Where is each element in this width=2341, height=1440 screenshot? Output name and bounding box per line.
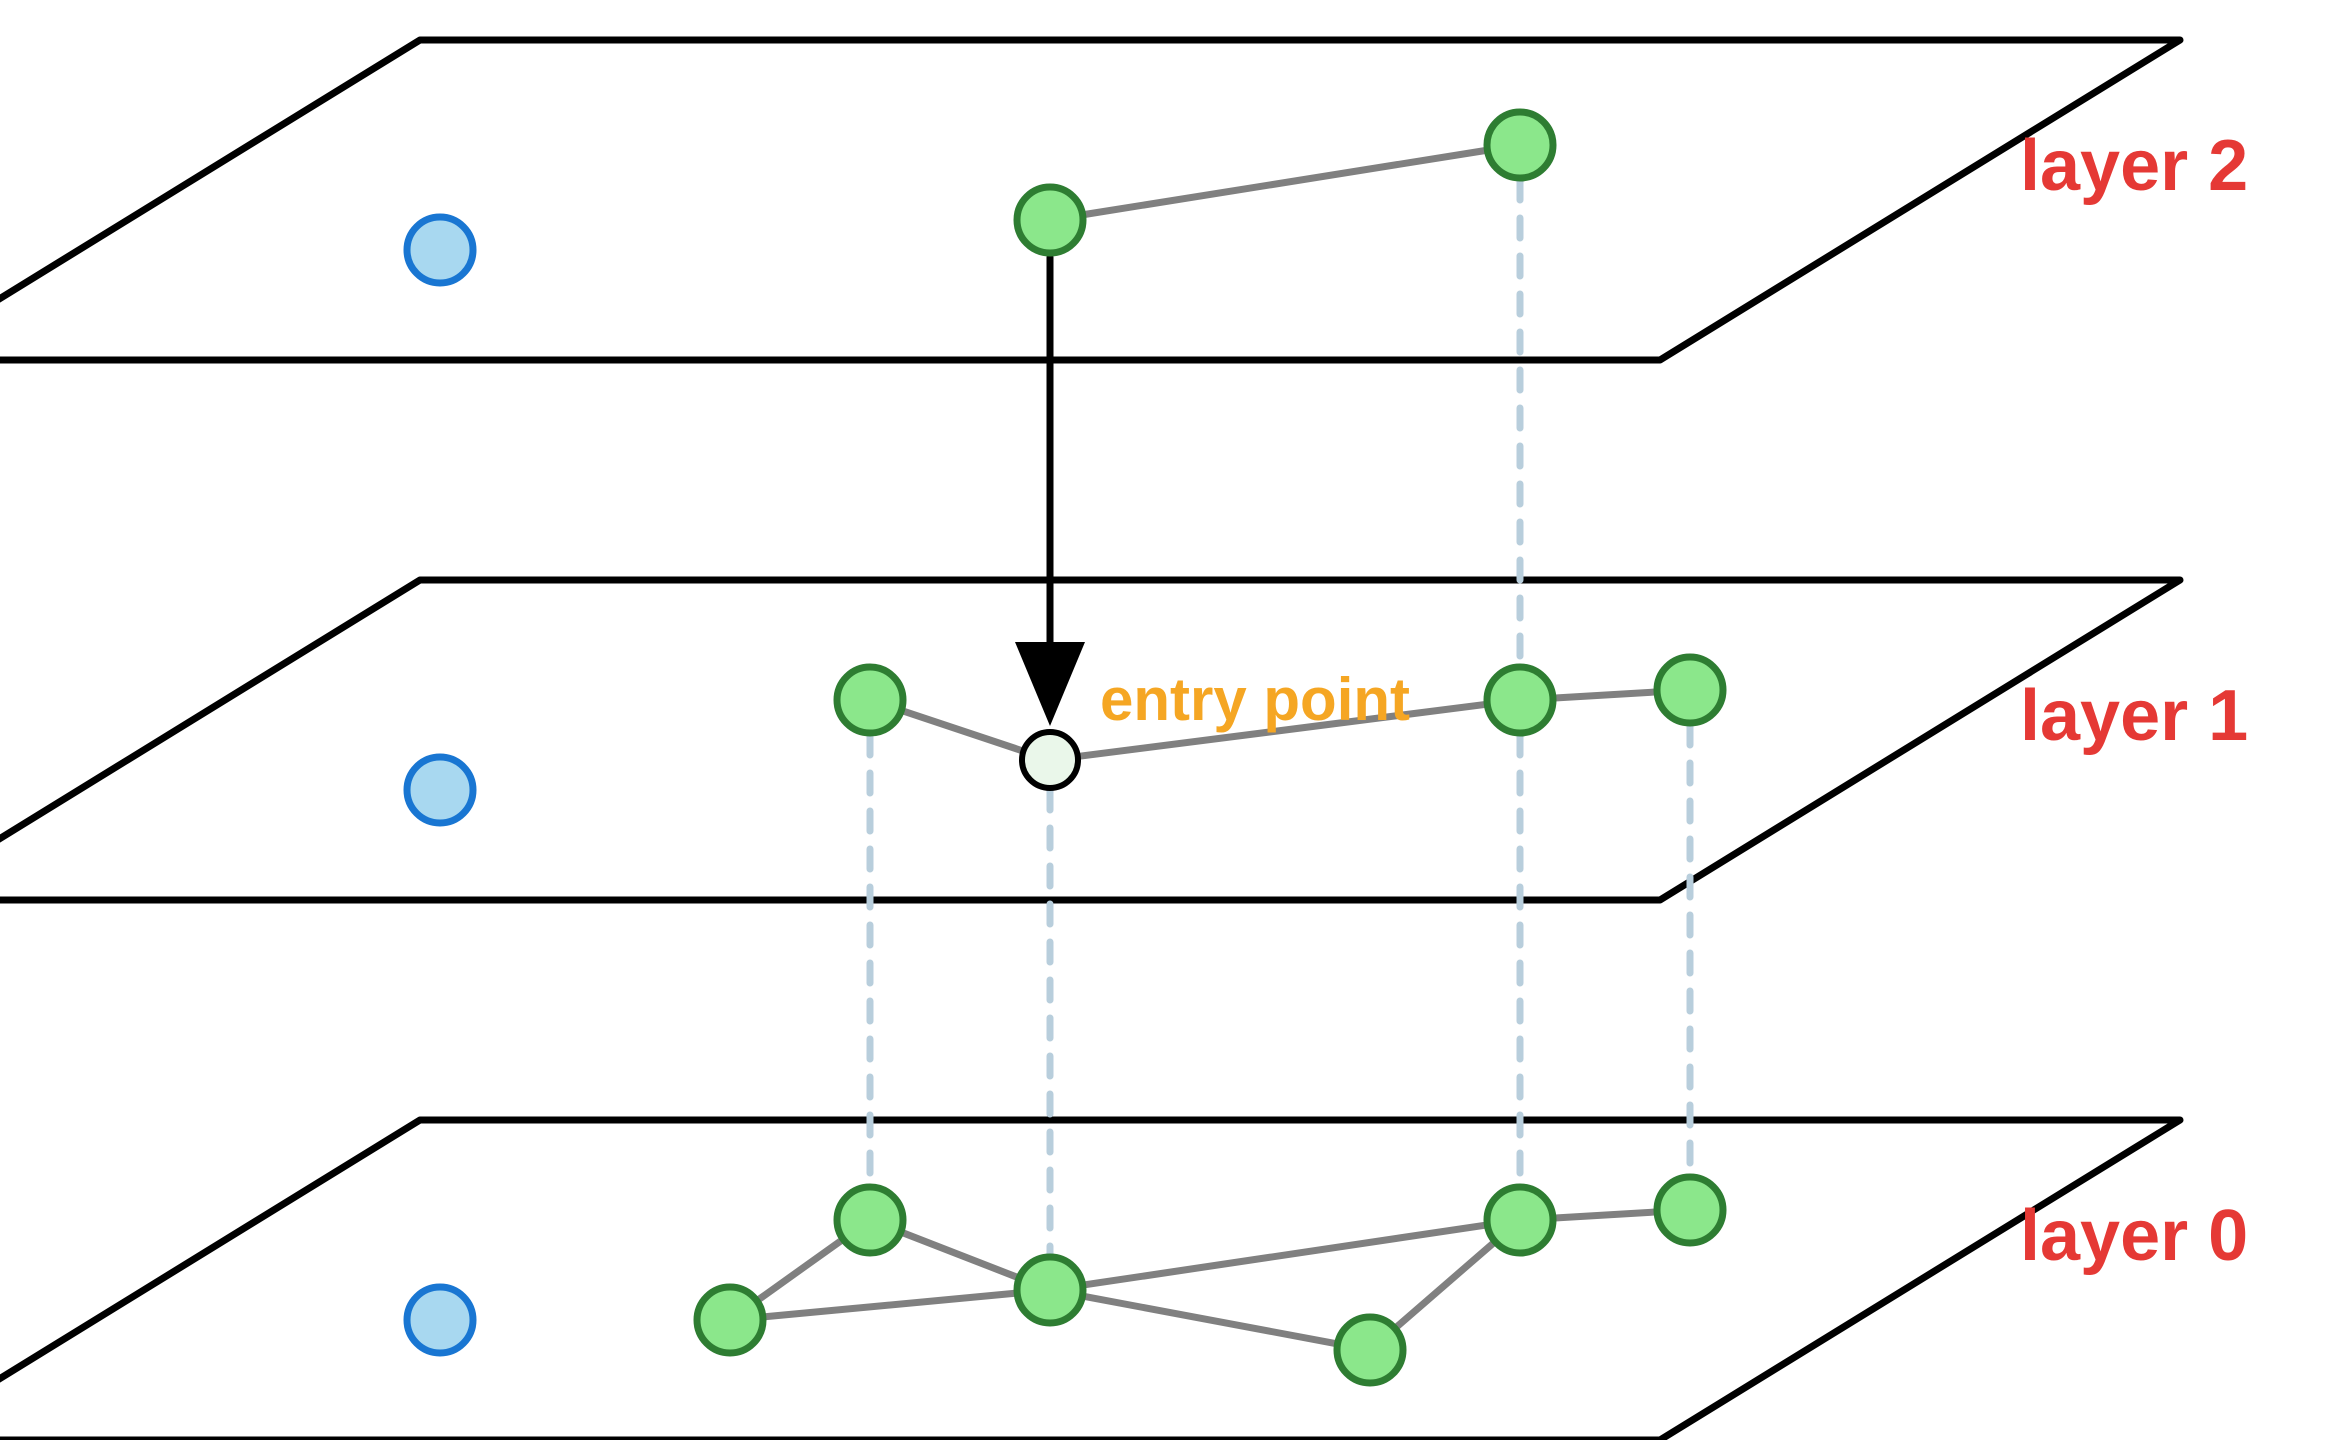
plane-layer-2 xyxy=(0,40,2180,360)
graph-node xyxy=(697,1287,763,1353)
label-layer-1: layer 1 xyxy=(2020,676,2248,756)
entry-point-node xyxy=(1022,732,1078,788)
graph-node xyxy=(1487,112,1553,178)
query-node xyxy=(407,1287,473,1353)
query-node xyxy=(407,757,473,823)
label-layer-0: layer 0 xyxy=(2020,1196,2248,1276)
plane-layer-0 xyxy=(0,1120,2180,1440)
graph-node xyxy=(837,1187,903,1253)
label-layer-2: layer 2 xyxy=(2020,126,2248,206)
plane-layer-1 xyxy=(0,580,2180,900)
graph-node xyxy=(837,667,903,733)
query-node xyxy=(407,217,473,283)
graph-node xyxy=(1487,1187,1553,1253)
graph-node xyxy=(1487,667,1553,733)
graph-node xyxy=(1017,187,1083,253)
hnsw-diagram: layer 2 layer 1 layer 0 entry point xyxy=(0,0,2341,1440)
graph-node xyxy=(1657,657,1723,723)
graph-node xyxy=(1017,1257,1083,1323)
graph-node xyxy=(1337,1317,1403,1383)
label-entry-point: entry point xyxy=(1100,666,1410,733)
graph-node xyxy=(1657,1177,1723,1243)
